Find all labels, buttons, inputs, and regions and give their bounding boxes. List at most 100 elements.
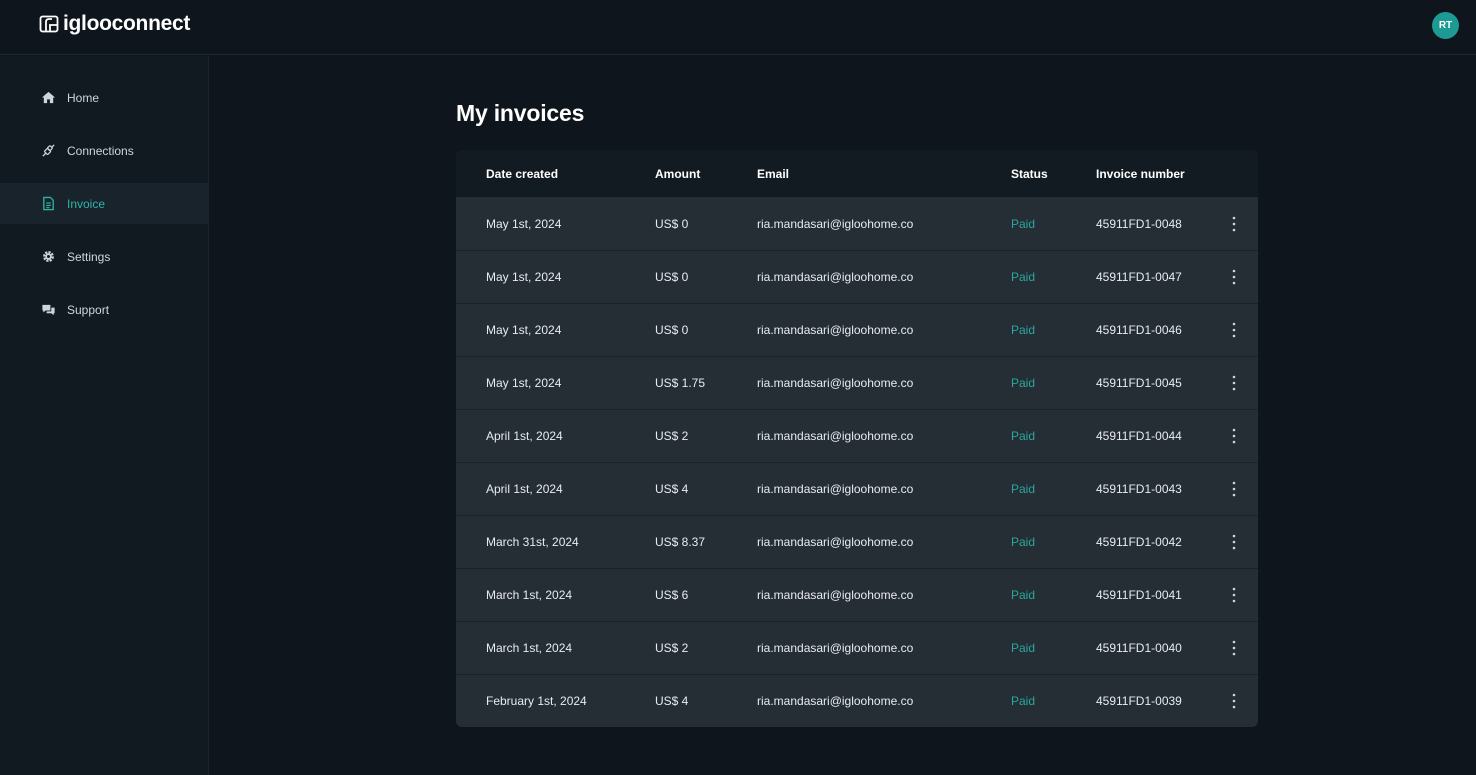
row-invoice-number: 45911FD1-0041	[1096, 588, 1182, 602]
invoice-table: Date created Amount Email Status Invoice…	[456, 150, 1258, 727]
row-more-menu-button[interactable]	[1222, 304, 1246, 356]
column-header-invoice-number[interactable]: Invoice number	[1096, 150, 1185, 197]
sidebar-item-settings[interactable]: Settings	[0, 236, 209, 277]
row-invoice-number: 45911FD1-0042	[1096, 535, 1182, 549]
row-more-menu-button[interactable]	[1222, 251, 1246, 303]
table-row[interactable]: May 1st, 2024 US$ 1.75 ria.mandasari@igl…	[456, 356, 1258, 409]
sidebar-item-connections[interactable]: Connections	[0, 130, 209, 171]
table-row[interactable]: March 1st, 2024 US$ 6 ria.mandasari@iglo…	[456, 568, 1258, 621]
row-more-menu-button[interactable]	[1222, 675, 1246, 727]
row-amount: US$ 8.37	[655, 535, 706, 549]
row-amount: US$ 2	[655, 641, 689, 655]
row-status-badge: Paid	[1011, 376, 1036, 390]
more-vertical-icon	[1232, 428, 1236, 444]
column-header-email[interactable]: Email	[757, 150, 789, 197]
row-email: ria.mandasari@igloohome.co	[757, 588, 914, 602]
column-header-amount[interactable]: Amount	[655, 150, 700, 197]
row-more-menu-button[interactable]	[1222, 569, 1246, 621]
column-header-status[interactable]: Status	[1011, 150, 1048, 197]
table-row[interactable]: March 1st, 2024 US$ 2 ria.mandasari@iglo…	[456, 621, 1258, 674]
row-date: March 1st, 2024	[486, 641, 573, 655]
row-invoice-number: 45911FD1-0045	[1096, 376, 1182, 390]
support-chat-icon	[42, 304, 55, 316]
more-vertical-icon	[1232, 534, 1236, 550]
row-invoice-number: 45911FD1-0039	[1096, 694, 1182, 708]
more-vertical-icon	[1232, 640, 1236, 656]
sidebar-item-home[interactable]: Home	[0, 77, 209, 118]
row-status-badge: Paid	[1011, 482, 1036, 496]
table-body: May 1st, 2024 US$ 0 ria.mandasari@iglooh…	[456, 197, 1258, 727]
table-row[interactable]: April 1st, 2024 US$ 4 ria.mandasari@iglo…	[456, 462, 1258, 515]
invoice-icon	[43, 196, 54, 211]
row-email: ria.mandasari@igloohome.co	[757, 323, 914, 337]
row-invoice-number: 45911FD1-0043	[1096, 482, 1182, 496]
row-amount: US$ 6	[655, 588, 689, 602]
row-email: ria.mandasari@igloohome.co	[757, 376, 914, 390]
row-amount: US$ 0	[655, 216, 689, 231]
table-row[interactable]: April 1st, 2024 US$ 2 ria.mandasari@iglo…	[456, 409, 1258, 462]
table-row[interactable]: May 1st, 2024 US$ 0 ria.mandasari@iglooh…	[456, 197, 1258, 250]
row-amount: US$ 0	[655, 323, 689, 337]
row-email: ria.mandasari@igloohome.co	[757, 694, 914, 708]
brand-name: iglooconnect	[63, 12, 191, 35]
row-status-badge: Paid	[1011, 588, 1036, 602]
row-date: May 1st, 2024	[486, 323, 562, 337]
row-date: February 1st, 2024	[486, 694, 587, 708]
row-more-menu-button[interactable]	[1222, 410, 1246, 462]
row-email: ria.mandasari@igloohome.co	[757, 429, 914, 443]
row-amount: US$ 1.75	[655, 376, 706, 390]
row-invoice-number: 45911FD1-0044	[1096, 429, 1182, 443]
page-title: My invoices	[456, 100, 585, 126]
sidebar-item-invoice[interactable]: Invoice	[0, 183, 209, 224]
table-header: Date created Amount Email Status Invoice…	[456, 150, 1258, 197]
more-vertical-icon	[1232, 216, 1236, 231]
row-more-menu-button[interactable]	[1222, 622, 1246, 674]
row-status-badge: Paid	[1011, 641, 1036, 655]
more-vertical-icon	[1232, 587, 1236, 603]
row-more-menu-button[interactable]	[1222, 516, 1246, 568]
row-status-badge: Paid	[1011, 535, 1036, 549]
sidebar-item-label: Invoice	[67, 196, 106, 211]
row-invoice-number: 45911FD1-0046	[1096, 323, 1182, 337]
row-email: ria.mandasari@igloohome.co	[757, 216, 914, 231]
sidebar-item-label: Support	[67, 302, 110, 317]
more-vertical-icon	[1232, 269, 1236, 285]
more-vertical-icon	[1232, 481, 1236, 497]
row-invoice-number: 45911FD1-0048	[1096, 216, 1182, 231]
igloo-logo-icon	[39, 15, 59, 33]
row-email: ria.mandasari@igloohome.co	[757, 270, 914, 284]
more-vertical-icon	[1232, 375, 1236, 391]
top-bar: iglooconnect RT	[0, 0, 1476, 55]
table-row[interactable]: May 1st, 2024 US$ 0 ria.mandasari@iglooh…	[456, 303, 1258, 356]
row-date: April 1st, 2024	[486, 482, 563, 496]
more-vertical-icon	[1232, 693, 1236, 709]
row-more-menu-button[interactable]	[1222, 197, 1246, 250]
sidebar: Home Connections Invoice Settings Suppor…	[0, 56, 209, 775]
row-status-badge: Paid	[1011, 216, 1036, 231]
connections-icon	[42, 144, 55, 157]
table-row[interactable]: May 1st, 2024 US$ 0 ria.mandasari@iglooh…	[456, 250, 1258, 303]
row-email: ria.mandasari@igloohome.co	[757, 535, 914, 549]
row-more-menu-button[interactable]	[1222, 463, 1246, 515]
row-status-badge: Paid	[1011, 429, 1036, 443]
sidebar-item-support[interactable]: Support	[0, 289, 209, 330]
brand-logo[interactable]: iglooconnect	[39, 12, 190, 36]
user-avatar[interactable]: RT	[1432, 12, 1459, 39]
row-date: May 1st, 2024	[486, 376, 562, 390]
row-amount: US$ 0	[655, 270, 689, 284]
home-icon	[41, 91, 56, 104]
row-more-menu-button[interactable]	[1222, 357, 1246, 409]
row-date: May 1st, 2024	[486, 270, 562, 284]
row-date: March 31st, 2024	[486, 535, 579, 549]
row-amount: US$ 4	[655, 482, 689, 496]
more-vertical-icon	[1232, 322, 1236, 338]
table-row[interactable]: March 31st, 2024 US$ 8.37 ria.mandasari@…	[456, 515, 1258, 568]
table-row[interactable]: February 1st, 2024 US$ 4 ria.mandasari@i…	[456, 674, 1258, 727]
row-invoice-number: 45911FD1-0047	[1096, 270, 1182, 284]
column-header-date[interactable]: Date created	[486, 150, 558, 197]
row-date: March 1st, 2024	[486, 588, 573, 602]
sidebar-item-label: Settings	[67, 249, 111, 264]
row-email: ria.mandasari@igloohome.co	[757, 641, 914, 655]
row-amount: US$ 2	[655, 429, 689, 443]
sidebar-item-label: Home	[67, 90, 100, 105]
